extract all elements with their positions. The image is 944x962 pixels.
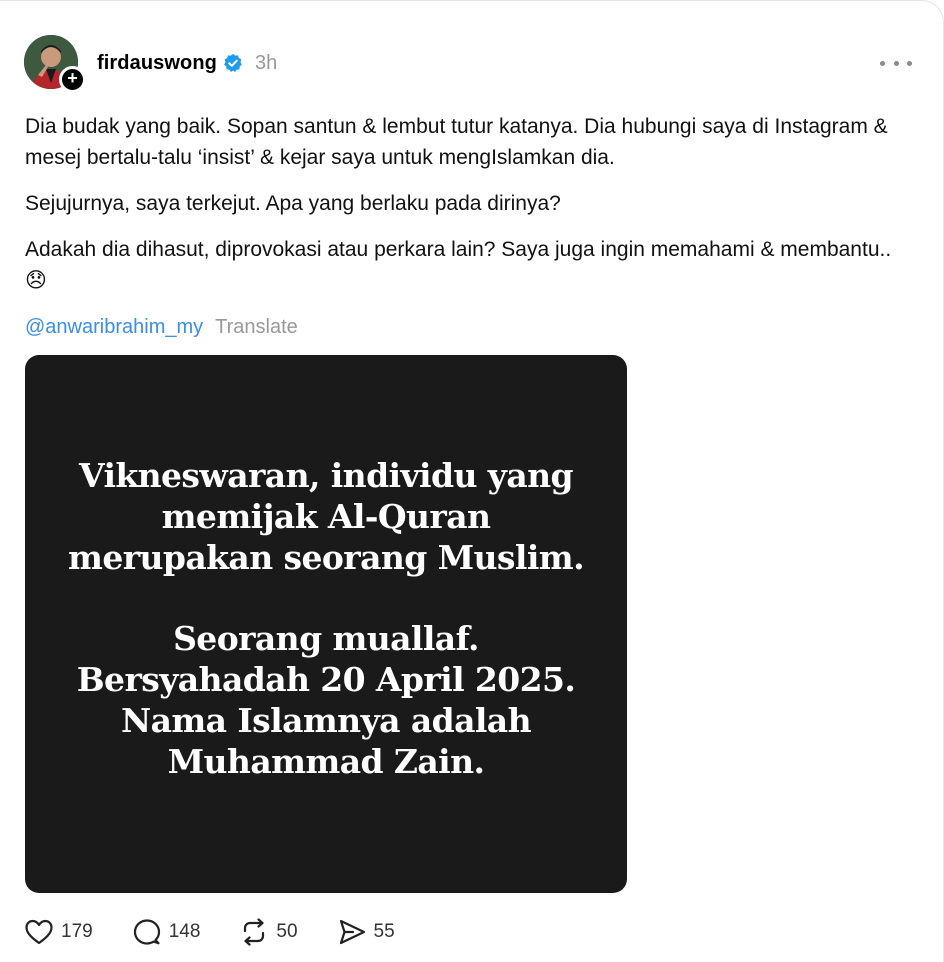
more-options-icon[interactable]: [880, 53, 912, 73]
image-text-line: Nama Islamnya adalah: [121, 701, 532, 740]
follow-plus-icon[interactable]: +: [59, 66, 86, 93]
username-link[interactable]: firdauswong: [97, 52, 217, 75]
post-body: Dia budak yang baik. Sopan santun & lemb…: [25, 111, 905, 311]
reply-button[interactable]: 148: [133, 918, 201, 946]
post-image[interactable]: Vikneswaran, individu yang memijak Al-Qu…: [25, 355, 627, 893]
action-bar: 179 148 50 55: [25, 915, 435, 949]
image-text-line: Seorang muallaf.: [173, 619, 479, 658]
send-icon: [339, 919, 365, 945]
post-card: + firdauswong 3h Dia budak yang baik. So…: [0, 0, 944, 962]
avatar[interactable]: +: [24, 35, 86, 93]
repost-button[interactable]: 50: [240, 918, 298, 946]
share-button[interactable]: 55: [338, 918, 395, 946]
verified-badge-icon: [223, 53, 243, 73]
mention-link[interactable]: @anwaribrahim_my: [25, 316, 203, 338]
post-paragraph: Adakah dia dihasut, diprovokasi atau per…: [25, 238, 892, 292]
repost-count: 50: [276, 921, 298, 942]
image-text-line: Bersyahadah 20 April 2025.: [76, 660, 576, 699]
mention-row: @anwaribrahim_my Translate: [25, 313, 298, 341]
post-header: firdauswong 3h: [97, 49, 277, 77]
speech-bubble-icon: [133, 919, 160, 945]
translate-button[interactable]: Translate: [215, 316, 298, 338]
post-timestamp: 3h: [255, 51, 278, 74]
heart-icon: [25, 919, 53, 945]
image-text-line: Muhammad Zain.: [167, 742, 485, 781]
like-count: 179: [61, 921, 93, 942]
image-caption-text: Vikneswaran, individu yang memijak Al-Qu…: [25, 455, 627, 782]
repost-icon: [244, 918, 265, 946]
share-count: 55: [373, 921, 395, 942]
image-text-line: memijak Al-Quran: [161, 497, 491, 536]
post-paragraph: Sejujurnya, saya terkejut. Apa yang berl…: [25, 192, 561, 215]
reply-count: 148: [168, 921, 201, 942]
image-text-line: merupakan seorang Muslim.: [68, 538, 585, 577]
post-paragraph: Dia budak yang baik. Sopan santun & lemb…: [25, 115, 888, 169]
like-button[interactable]: 179: [25, 919, 93, 945]
image-text-line: Vikneswaran, individu yang: [79, 456, 574, 495]
